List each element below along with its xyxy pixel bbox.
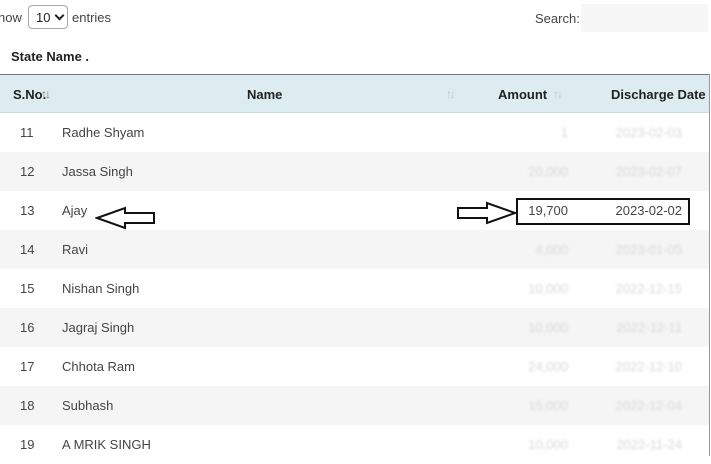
cell-name: Nishan Singh (62, 281, 140, 296)
cell-sno: 19 (20, 437, 35, 452)
cell-amount: 15,000 (528, 398, 568, 413)
cell-name: Ravi (62, 242, 89, 257)
search-input[interactable] (581, 4, 708, 32)
chevron-down-icon (54, 10, 65, 21)
column-header-discharge-date[interactable]: Discharge Date (611, 87, 706, 102)
sort-icon[interactable]: ↑↓ (446, 87, 456, 101)
table-row: 17 Chhota Ram 24,000 2022-12-10 (0, 347, 709, 386)
cell-discharge-date: 2022-11-24 (616, 437, 682, 452)
cell-name: A MRIK SINGH (62, 437, 151, 452)
cell-sno: 17 (20, 359, 35, 374)
table-row: 14 Ravi 4,000 2023-01-05 (0, 230, 709, 269)
table-header: S.No. ↑↓ Name ↑↓ Amount ↑↓ Discharge Dat… (0, 74, 709, 113)
highlight-box (516, 198, 690, 225)
column-header-amount[interactable]: Amount (498, 87, 547, 102)
cell-name: Radhe Shyam (62, 125, 145, 140)
cell-name: Subhash (62, 398, 114, 413)
cell-sno: 16 (20, 320, 35, 335)
cell-sno: 15 (20, 281, 35, 296)
table-border (709, 74, 710, 456)
table-row: 19 A MRIK SINGH 10,000 2022-11-24 (0, 425, 709, 464)
cell-name: Jagraj Singh (62, 320, 135, 335)
state-name-heading: State Name . (11, 49, 90, 64)
cell-discharge-date: 2022-12-11 (616, 320, 682, 335)
table-row: 16 Jagraj Singh 10,000 2022-12-11 (0, 308, 709, 347)
sort-icon[interactable]: ↑↓ (41, 87, 51, 101)
cell-amount: 20,000 (528, 164, 568, 179)
table-row: 12 Jassa Singh 20,000 2023-02-07 (0, 152, 709, 191)
sort-icon[interactable]: ↑↓ (553, 87, 563, 101)
table-row: 15 Nishan Singh 10,000 2022-12-15 (0, 269, 709, 308)
cell-name: Ajay (62, 203, 88, 218)
page-size-select[interactable]: 10 (28, 5, 68, 29)
cell-discharge-date: 2022-12-15 (615, 281, 683, 296)
cell-sno: 13 (20, 203, 35, 218)
table-row: 11 Radhe Shyam 1 2023-02-03 (0, 113, 709, 152)
column-header-name[interactable]: Name (247, 87, 282, 102)
cell-amount: 4,000 (535, 242, 568, 257)
cell-amount: 1 (560, 125, 568, 140)
cell-sno: 11 (20, 125, 34, 140)
entries-label: entries (72, 10, 112, 25)
arrow-right-icon (457, 201, 517, 225)
cell-discharge-date: 2022-12-04 (615, 398, 683, 413)
cell-discharge-date: 2023-02-07 (615, 164, 683, 179)
search-label: Search: (535, 11, 580, 26)
cell-amount: 10,000 (528, 281, 568, 296)
cell-discharge-date: 2023-02-03 (615, 125, 683, 140)
cell-amount: 10,000 (528, 437, 568, 452)
cell-name: Jassa Singh (62, 164, 133, 179)
cell-discharge-date: 2022-12-10 (615, 359, 683, 374)
cell-amount: 10,000 (528, 320, 568, 335)
cell-sno: 14 (20, 242, 35, 257)
arrow-left-icon (95, 206, 155, 230)
table-controls: how 10 entries Search: (0, 0, 711, 36)
show-label: how (0, 10, 22, 25)
table-row: 18 Subhash 15,000 2022-12-04 (0, 386, 709, 425)
cell-amount: 24,000 (528, 359, 568, 374)
cell-name: Chhota Ram (62, 359, 135, 374)
cell-sno: 12 (20, 164, 35, 179)
cell-sno: 18 (20, 398, 35, 413)
cell-discharge-date: 2023-01-05 (615, 242, 683, 257)
page-size-value: 10 (36, 10, 51, 25)
